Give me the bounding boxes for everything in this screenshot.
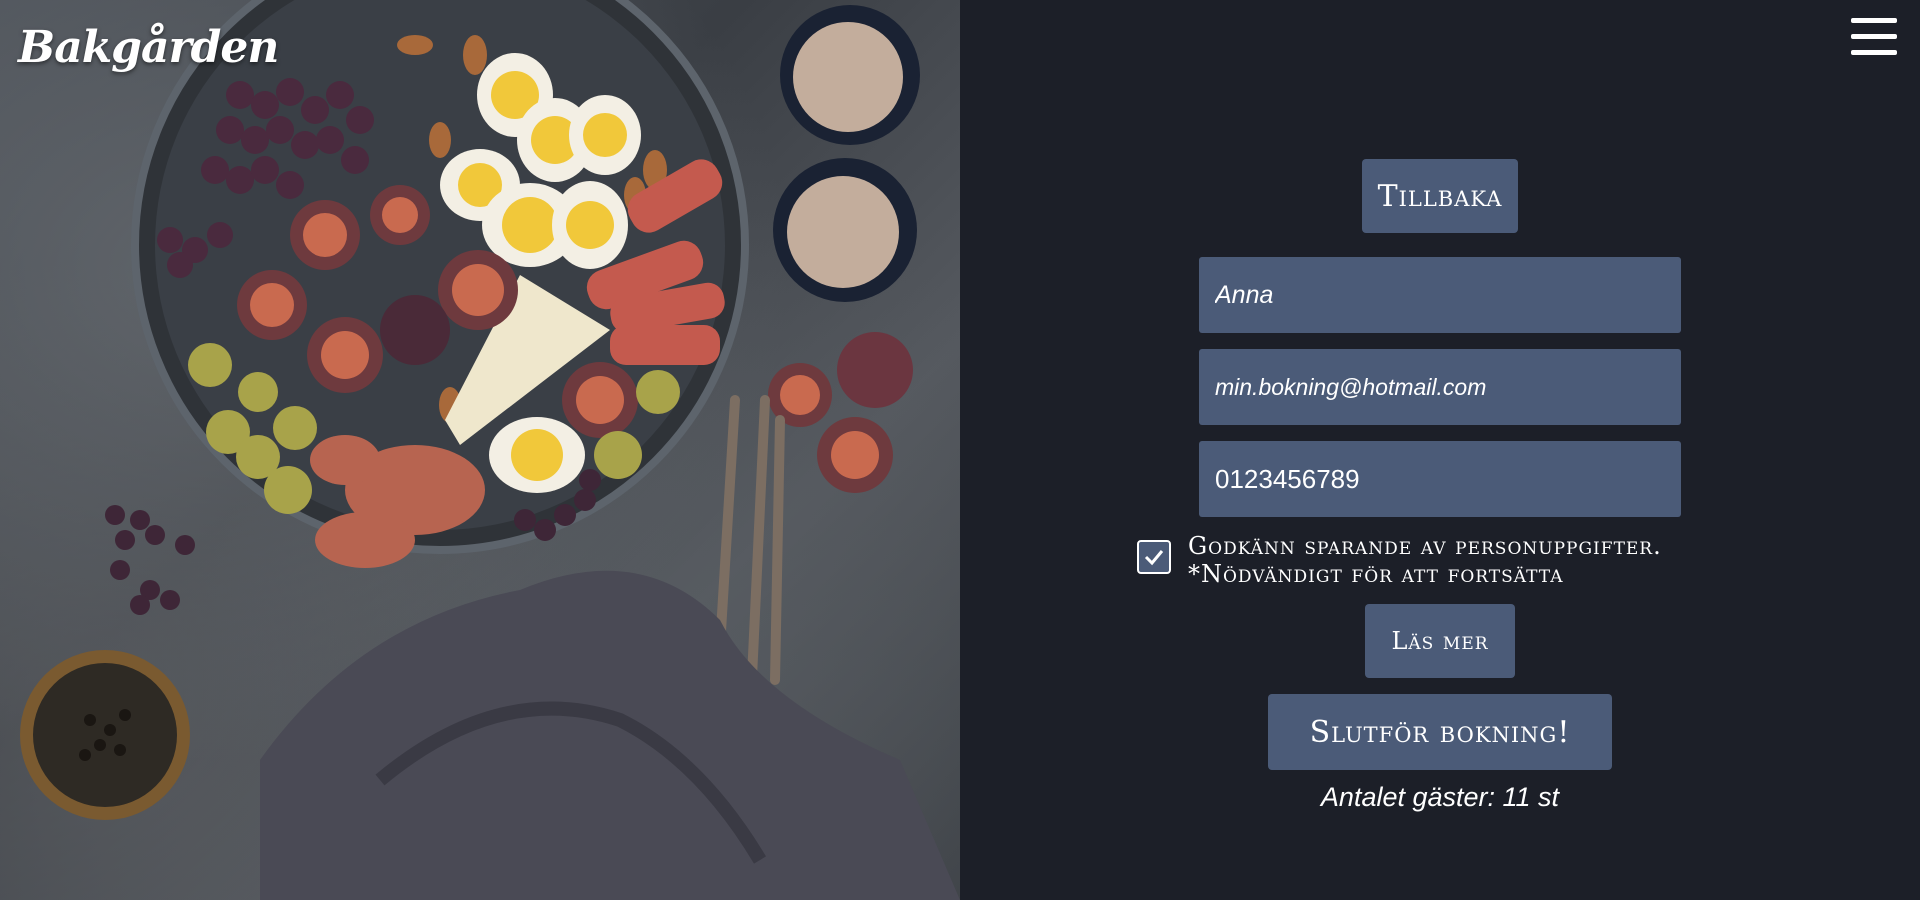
consent-label: Godkänn sparande av personuppgifter. *Nö… <box>1188 532 1662 588</box>
back-button[interactable]: Tillbaka <box>1362 159 1518 233</box>
email-field[interactable] <box>1199 349 1681 425</box>
read-more-button[interactable]: Läs mer <box>1365 604 1515 678</box>
name-field[interactable] <box>1199 257 1681 333</box>
check-icon <box>1144 550 1164 566</box>
hamburger-menu-icon[interactable] <box>1851 18 1897 58</box>
hero-food-photo: Bakgården <box>0 0 960 900</box>
phone-field[interactable] <box>1199 441 1681 517</box>
consent-text: Godkänn sparande av personuppgifter. <box>1188 532 1662 560</box>
brand-logo[interactable]: Bakgården <box>18 22 279 73</box>
consent-required-note: *Nödvändigt för att fortsätta <box>1188 560 1564 588</box>
submit-booking-button[interactable]: Slutför bokning! <box>1268 694 1612 770</box>
consent-checkbox[interactable] <box>1137 540 1171 574</box>
guest-count: Antalet gäster: 11 st <box>1320 782 1560 812</box>
food-illustration <box>20 0 960 900</box>
